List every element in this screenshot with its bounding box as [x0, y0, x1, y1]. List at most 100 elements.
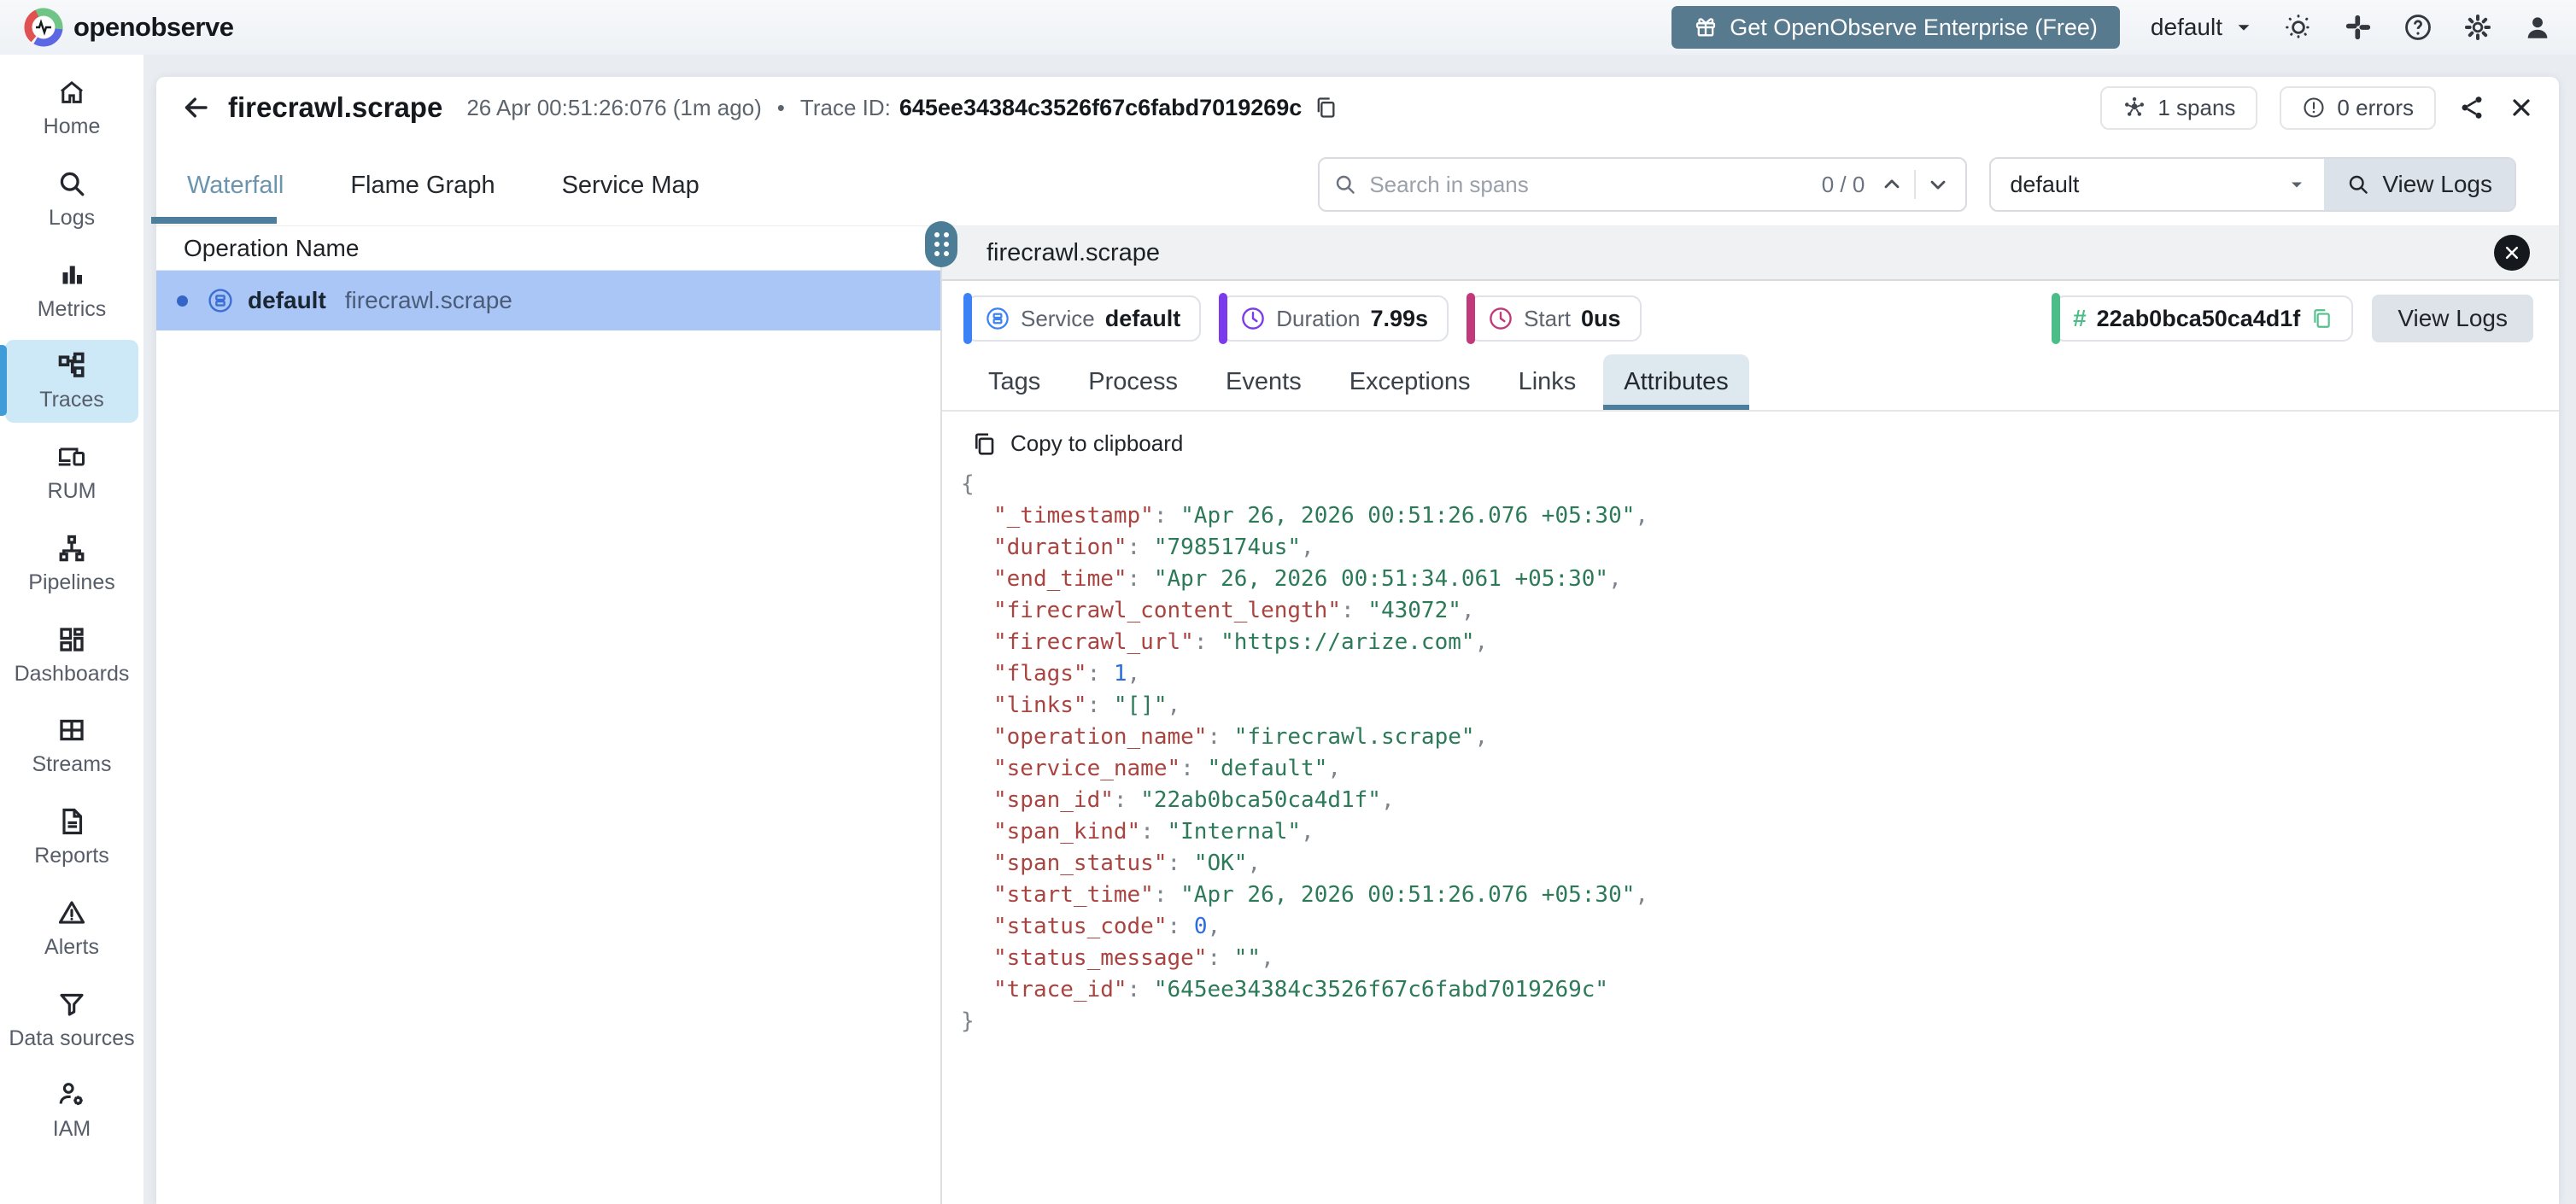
- org-selector[interactable]: default: [2151, 14, 2253, 41]
- span-detail-close-button[interactable]: [2494, 235, 2530, 271]
- devices-icon: [58, 447, 85, 466]
- theme-toggle-icon[interactable]: [2284, 13, 2313, 42]
- view-logs-button-detail[interactable]: View Logs: [2372, 295, 2533, 342]
- chevron-down-icon[interactable]: [1926, 172, 1950, 196]
- openobserve-logo-icon: [24, 8, 63, 47]
- span-row-service: default: [248, 287, 326, 313]
- sidebar-item-label: Traces: [39, 388, 104, 412]
- copy-icon[interactable]: [1314, 96, 1338, 120]
- bar-chart-icon: [62, 266, 82, 283]
- streams-icon: [60, 720, 84, 741]
- badge-value: 7.99s: [1370, 305, 1429, 331]
- spans-count-chip[interactable]: 1 spans: [2100, 85, 2258, 130]
- trace-title: firecrawl.scrape: [228, 91, 443, 123]
- badge-value: default: [1104, 305, 1181, 331]
- sidebar-item-label: Data sources: [9, 1026, 135, 1050]
- clock-icon: [1242, 307, 1265, 330]
- divider: [1914, 170, 1917, 199]
- span-row-operation: firecrawl.scrape: [344, 287, 512, 313]
- spans-count-label: 1 spans: [2157, 94, 2236, 120]
- slack-icon[interactable]: [2344, 13, 2373, 42]
- sidebar-item-iam[interactable]: IAM: [5, 1069, 138, 1152]
- badge-value: 0us: [1581, 305, 1621, 331]
- panel-drag-handle[interactable]: [925, 221, 957, 267]
- attributes-json: { "_timestamp": "Apr 26, 2026 00:51:26.0…: [961, 471, 1649, 1034]
- copy-to-clipboard-label: Copy to clipboard: [1010, 430, 1184, 456]
- spans-icon: [2125, 96, 2145, 116]
- sidebar-item-label: Streams: [32, 752, 112, 777]
- sidebar-item-home[interactable]: Home: [5, 67, 138, 149]
- span-detail-panel: firecrawl.scrape Service default Duratio…: [925, 221, 2559, 1204]
- copy-icon[interactable]: [2310, 307, 2333, 330]
- operation-name-header: Operation Name: [156, 226, 940, 271]
- chevron-down-icon: [2292, 182, 2303, 188]
- span-status-dot: [177, 295, 188, 307]
- back-arrow-icon[interactable]: [180, 92, 211, 123]
- span-row-selected[interactable]: default firecrawl.scrape: [156, 271, 940, 330]
- chevron-up-icon[interactable]: [1880, 172, 1904, 196]
- sidebar-item-label: Dashboards: [14, 661, 130, 686]
- badge-label: Start: [1524, 305, 1571, 331]
- sidebar-item-metrics[interactable]: Metrics: [5, 249, 138, 332]
- app-header: openobserve Get OpenObserve Enterprise (…: [0, 0, 2576, 55]
- gift-icon: [1696, 18, 1716, 37]
- tab-exceptions[interactable]: Exceptions: [1329, 354, 1491, 410]
- span-search-box: 0 / 0: [1318, 157, 1968, 212]
- tab-tags[interactable]: Tags: [968, 354, 1061, 410]
- start-badge: Start 0us: [1467, 293, 1642, 344]
- sidebar-item-label: Reports: [34, 844, 109, 868]
- copy-to-clipboard-button[interactable]: Copy to clipboard: [971, 430, 2559, 457]
- user-gear-icon: [59, 1083, 83, 1106]
- share-icon[interactable]: [2458, 94, 2485, 121]
- errors-count-label: 0 errors: [2337, 94, 2414, 120]
- settings-gear-icon[interactable]: [2463, 13, 2492, 42]
- span-detail-tabs: Tags Process Events Exceptions Links Att…: [942, 354, 2559, 412]
- sidebar-item-pipelines[interactable]: Pipelines: [5, 523, 138, 605]
- tab-links[interactable]: Links: [1498, 354, 1597, 410]
- errors-count-chip[interactable]: 0 errors: [2280, 85, 2436, 130]
- dashboards-icon: [60, 627, 84, 652]
- search-icon: [60, 172, 85, 196]
- sidebar-item-logs[interactable]: Logs: [5, 158, 138, 241]
- view-logs-button-top[interactable]: View Logs: [2324, 159, 2515, 210]
- view-logs-label: View Logs: [2382, 171, 2492, 197]
- document-icon: [62, 808, 83, 835]
- help-icon[interactable]: [2403, 13, 2433, 42]
- chevron-down-icon: [2238, 25, 2250, 31]
- service-icon: [208, 289, 232, 313]
- tab-events[interactable]: Events: [1205, 354, 1322, 410]
- close-trace-icon[interactable]: [2508, 94, 2535, 121]
- sidebar-item-data-sources[interactable]: Data sources: [5, 979, 138, 1061]
- badge-label: Duration: [1276, 305, 1361, 331]
- stream-selector-value: default: [2010, 171, 2080, 197]
- tab-attributes[interactable]: Attributes: [1603, 354, 1749, 410]
- sidebar-item-reports[interactable]: Reports: [5, 796, 138, 879]
- sidebar-item-rum[interactable]: RUM: [5, 431, 138, 514]
- sidebar-item-streams[interactable]: Streams: [5, 704, 138, 787]
- error-circle-icon: [2304, 97, 2324, 118]
- sidebar-item-dashboards[interactable]: Dashboards: [5, 614, 138, 697]
- funnel-icon: [60, 993, 84, 1016]
- tab-flame-graph[interactable]: Flame Graph: [345, 172, 500, 225]
- sidebar-item-label: Pipelines: [28, 570, 115, 594]
- tab-process[interactable]: Process: [1068, 354, 1198, 410]
- close-icon: [2505, 246, 2519, 260]
- profile-icon[interactable]: [2523, 13, 2552, 42]
- span-search-input[interactable]: [1369, 171, 1822, 198]
- sidebar-item-alerts[interactable]: Alerts: [5, 887, 138, 970]
- span-detail-title: firecrawl.scrape: [986, 238, 1161, 266]
- app-logo[interactable]: openobserve: [24, 8, 234, 47]
- copy-icon: [975, 432, 994, 455]
- duration-badge: Duration 7.99s: [1219, 293, 1449, 344]
- tab-service-map[interactable]: Service Map: [557, 172, 705, 225]
- sidebar-item-label: RUM: [47, 479, 97, 503]
- tab-waterfall[interactable]: Waterfall: [150, 172, 289, 225]
- enterprise-button[interactable]: Get OpenObserve Enterprise (Free): [1671, 6, 2120, 49]
- stream-selector[interactable]: default: [1991, 159, 2324, 210]
- sidebar-item-traces[interactable]: Traces: [0, 340, 138, 423]
- trace-id-label: Trace ID:: [799, 94, 891, 120]
- org-selector-value: default: [2150, 14, 2222, 40]
- sidebar-item-label: Metrics: [37, 296, 107, 321]
- pipelines-icon: [59, 535, 85, 562]
- match-counter: 0 / 0: [1821, 171, 1865, 197]
